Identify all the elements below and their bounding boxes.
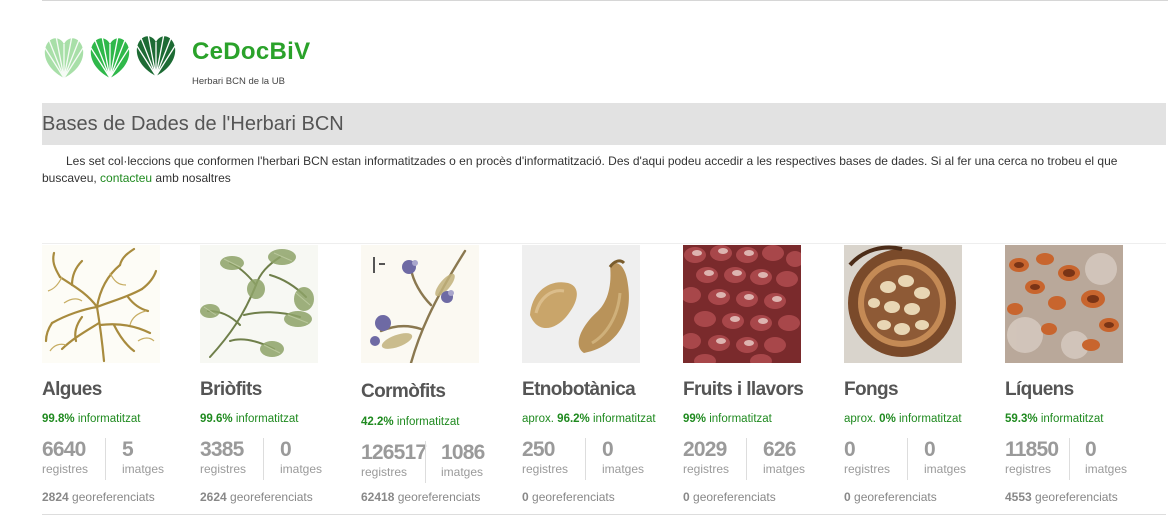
registres-stat: 250 registres: [522, 438, 568, 476]
informatitzat-percent: 99% informatitzat: [683, 413, 772, 425]
georeferenciats-stat: 0 georeferenciats: [522, 490, 615, 504]
liquens-thumbnail[interactable]: [1005, 245, 1123, 363]
registres-count: 3385: [200, 438, 244, 461]
collection-card-etnobotanica[interactable]: Etnobotànica aprox. 96.2% informatitzat …: [522, 245, 682, 510]
contact-link[interactable]: contacteu: [100, 171, 152, 185]
imatges-count: 626: [763, 438, 796, 461]
informatitzat-percent: aprox. 96.2% informatitzat: [522, 413, 656, 425]
intro-text-end: amb nosaltres: [152, 170, 231, 185]
registres-label: registres: [683, 462, 730, 476]
stat-separator: [425, 441, 426, 483]
registres-label: registres: [522, 462, 569, 476]
registres-label: registres: [42, 462, 89, 476]
imatges-count: 0: [1085, 438, 1097, 461]
informatitzat-percent: 99.6% informatitzat: [200, 413, 299, 425]
collection-card-fongs[interactable]: Fongs aprox. 0% informatitzat 0 registre…: [844, 245, 1004, 510]
imatges-stat: 1086 imatges: [441, 441, 485, 479]
imatges-label: imatges: [280, 462, 323, 476]
registres-count: 0: [844, 438, 856, 461]
imatges-label: imatges: [1085, 462, 1128, 476]
stat-separator: [585, 438, 586, 480]
stat-separator: [907, 438, 908, 480]
informatitzat-percent: 59.3% informatitzat: [1005, 413, 1104, 425]
collection-card-briofits[interactable]: Briòfits 99.6% informatitzat 3385 regist…: [200, 245, 360, 510]
intro-paragraph: Les set col·leccions que conformen l'her…: [42, 153, 1162, 186]
registres-label: registres: [1005, 462, 1052, 476]
stat-separator: [746, 438, 747, 480]
collection-name[interactable]: Algues: [42, 379, 102, 401]
imatges-label: imatges: [441, 465, 484, 479]
top-divider: [42, 0, 1168, 1]
brand-name[interactable]: CeDocBiV: [192, 38, 310, 66]
registres-stat: 6640 registres: [42, 438, 88, 476]
collection-name[interactable]: Etnobotànica: [522, 379, 636, 401]
registres-stat: 3385 registres: [200, 438, 246, 476]
fruits-thumbnail[interactable]: [683, 245, 801, 363]
collection-name[interactable]: Fruits i llavors: [683, 379, 804, 401]
registres-count: 250: [522, 438, 555, 461]
informatitzat-percent: 42.2% informatitzat: [361, 416, 460, 428]
registres-stat: 0 registres: [844, 438, 890, 476]
informatitzat-percent: 99.8% informatitzat: [42, 413, 141, 425]
georeferenciats-stat: 62418 georeferenciats: [361, 490, 481, 504]
imatges-count: 5: [122, 438, 134, 461]
imatges-stat: 0 imatges: [280, 438, 322, 476]
section-title: Bases de Dades de l'Herbari BCN: [42, 113, 344, 135]
imatges-stat: 5 imatges: [122, 438, 164, 476]
georeferenciats-stat: 0 georeferenciats: [844, 490, 937, 504]
registres-count: 2029: [683, 438, 727, 461]
imatges-stat: 0 imatges: [924, 438, 966, 476]
imatges-stat: 0 imatges: [1085, 438, 1127, 476]
stat-separator: [105, 438, 106, 480]
cedocbiv-logo[interactable]: [42, 30, 182, 82]
georeferenciats-stat: 0 georeferenciats: [683, 490, 776, 504]
registres-stat: 2029 registres: [683, 438, 729, 476]
leaf-fan-logo-icon: [44, 33, 176, 79]
registres-stat: 11850 registres: [1005, 438, 1059, 476]
collection-card-cormofits[interactable]: Cormòfits 42.2% informatitzat 126517 reg…: [361, 245, 521, 510]
informatitzat-percent: aprox. 0% informatitzat: [844, 413, 962, 425]
etnobotanica-thumbnail[interactable]: [522, 245, 640, 363]
imatges-stat: 626 imatges: [763, 438, 805, 476]
imatges-label: imatges: [122, 462, 165, 476]
imatges-label: imatges: [763, 462, 806, 476]
algues-thumbnail[interactable]: [42, 245, 160, 363]
imatges-count: 1086: [441, 441, 485, 464]
brand-subtitle: Herbari BCN de la UB: [192, 76, 285, 87]
fongs-thumbnail[interactable]: [844, 245, 962, 363]
georeferenciats-stat: 2624 georeferenciats: [200, 490, 313, 504]
collection-name[interactable]: Fongs: [844, 379, 899, 401]
georeferenciats-stat: 4553 georeferenciats: [1005, 490, 1118, 504]
stat-separator: [263, 438, 264, 480]
section-header: Bases de Dades de l'Herbari BCN: [42, 103, 1166, 145]
collection-card-algues[interactable]: Algues 99.8% informatitzat 6640 registre…: [42, 245, 202, 510]
stat-separator: [1069, 438, 1070, 480]
registres-stat: 126517 registres: [361, 441, 427, 479]
registres-label: registres: [200, 462, 247, 476]
cards-bottom-divider: [42, 514, 1166, 515]
imatges-stat: 0 imatges: [602, 438, 644, 476]
registres-count: 126517: [361, 441, 427, 464]
cormofits-thumbnail[interactable]: [361, 245, 479, 363]
collection-name[interactable]: Briòfits: [200, 379, 262, 401]
georeferenciats-stat: 2824 georeferenciats: [42, 490, 155, 504]
registres-label: registres: [361, 465, 408, 479]
registres-label: registres: [844, 462, 891, 476]
collection-card-fruits-i-llavors[interactable]: Fruits i llavors 99% informatitzat 2029 …: [683, 245, 843, 510]
collection-card-liquens[interactable]: Líquens 59.3% informatitzat 11850 regist…: [1005, 245, 1165, 510]
collection-name[interactable]: Cormòfits: [361, 381, 446, 403]
imatges-count: 0: [280, 438, 292, 461]
briofits-thumbnail[interactable]: [200, 245, 318, 363]
registres-count: 11850: [1005, 438, 1059, 461]
registres-count: 6640: [42, 438, 86, 461]
imatges-count: 0: [924, 438, 936, 461]
imatges-label: imatges: [602, 462, 645, 476]
imatges-count: 0: [602, 438, 614, 461]
cards-top-divider: [42, 243, 1166, 244]
imatges-label: imatges: [924, 462, 967, 476]
collection-name[interactable]: Líquens: [1005, 379, 1074, 401]
